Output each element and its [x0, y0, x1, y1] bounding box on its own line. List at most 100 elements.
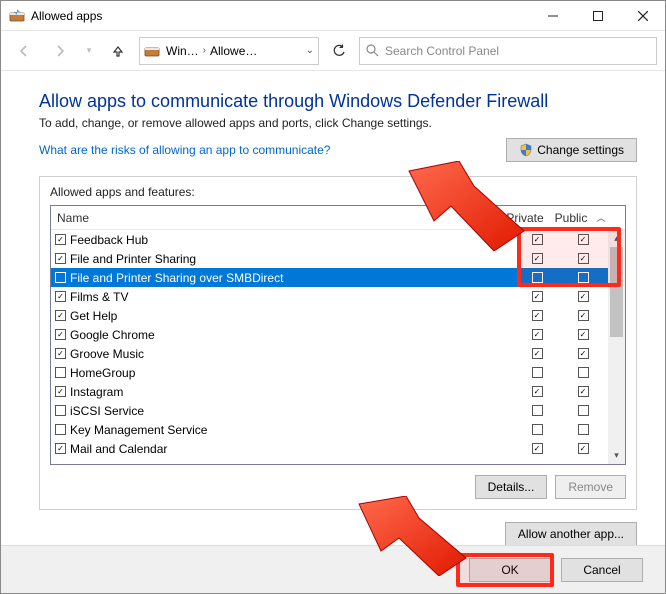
checkbox[interactable]: [578, 405, 589, 416]
app-name: Mail and Calendar: [70, 442, 516, 456]
back-button[interactable]: [9, 37, 39, 65]
list-header: Name Private Public ︿: [51, 206, 625, 230]
risks-link[interactable]: What are the risks of allowing an app to…: [39, 143, 506, 157]
col-header-name[interactable]: Name: [51, 211, 502, 225]
app-name: Google Chrome: [70, 328, 516, 342]
checkbox[interactable]: ✓: [55, 443, 66, 454]
checkbox[interactable]: ✓: [55, 310, 66, 321]
up-button[interactable]: [103, 37, 133, 65]
page-subtext: To add, change, or remove allowed apps a…: [39, 116, 637, 130]
checkbox[interactable]: ✓: [578, 348, 589, 359]
allow-another-app-button[interactable]: Allow another app...: [505, 522, 637, 546]
checkbox[interactable]: ✓: [532, 386, 543, 397]
refresh-button[interactable]: [325, 37, 353, 65]
chevron-down-icon[interactable]: ⌄: [306, 45, 314, 56]
page-heading: Allow apps to communicate through Window…: [39, 91, 637, 112]
checkbox[interactable]: [55, 367, 66, 378]
checkbox[interactable]: ✓: [55, 348, 66, 359]
checkbox[interactable]: [532, 272, 543, 283]
col-header-private[interactable]: Private: [502, 211, 548, 225]
checkbox[interactable]: [55, 405, 66, 416]
minimize-button[interactable]: [530, 1, 575, 30]
scroll-down-button[interactable]: ▾: [608, 447, 625, 464]
change-settings-button[interactable]: Change settings: [506, 138, 637, 162]
checkbox[interactable]: ✓: [532, 329, 543, 340]
cancel-button[interactable]: Cancel: [561, 558, 643, 582]
checkbox[interactable]: [55, 424, 66, 435]
checkbox[interactable]: ✓: [578, 234, 589, 245]
allowed-apps-panel: Allowed apps and features: Name Private …: [39, 176, 637, 510]
panel-label: Allowed apps and features:: [50, 185, 626, 199]
scrollbar[interactable]: ▴ ▾: [608, 230, 625, 464]
breadcrumb-icon: [144, 43, 160, 59]
breadcrumb-seg-0[interactable]: Win…: [164, 44, 201, 58]
table-row[interactable]: File and Printer Sharing over SMBDirect: [51, 268, 608, 287]
checkbox[interactable]: [578, 272, 589, 283]
checkbox[interactable]: ✓: [578, 291, 589, 302]
app-name: Feedback Hub: [70, 233, 516, 247]
table-row[interactable]: HomeGroup: [51, 363, 608, 382]
checkbox[interactable]: ✓: [578, 310, 589, 321]
checkbox[interactable]: ✓: [532, 348, 543, 359]
change-settings-label: Change settings: [537, 143, 624, 157]
app-name: Get Help: [70, 309, 516, 323]
checkbox[interactable]: ✓: [532, 310, 543, 321]
chevron-up-icon[interactable]: ︿: [594, 211, 608, 224]
checkbox[interactable]: [532, 367, 543, 378]
checkbox[interactable]: ✓: [532, 291, 543, 302]
checkbox[interactable]: ✓: [55, 329, 66, 340]
table-row[interactable]: ✓ Feedback Hub ✓ ✓: [51, 230, 608, 249]
checkbox[interactable]: ✓: [532, 253, 543, 264]
table-row[interactable]: ✓ Mail and Calendar ✓ ✓: [51, 439, 608, 458]
table-row[interactable]: ✓ Films & TV ✓ ✓: [51, 287, 608, 306]
table-row[interactable]: ✓File and Printer Sharing✓✓: [51, 249, 608, 268]
checkbox[interactable]: [578, 424, 589, 435]
checkbox[interactable]: ✓: [578, 329, 589, 340]
title-bar: Allowed apps: [1, 1, 665, 31]
window-title: Allowed apps: [31, 9, 530, 23]
close-button[interactable]: [620, 1, 665, 30]
scroll-thumb[interactable]: [610, 247, 623, 337]
ok-button[interactable]: OK: [469, 558, 551, 582]
checkbox[interactable]: ✓: [55, 291, 66, 302]
checkbox[interactable]: ✓: [578, 443, 589, 454]
search-box[interactable]: [359, 37, 657, 65]
scroll-up-button[interactable]: ▴: [608, 230, 625, 247]
table-row[interactable]: ✓ Google Chrome ✓ ✓: [51, 325, 608, 344]
breadcrumb[interactable]: Win… › Allowe… ⌄: [139, 37, 319, 65]
checkbox[interactable]: [578, 367, 589, 378]
maximize-button[interactable]: [575, 1, 620, 30]
table-row[interactable]: ✓Instagram✓✓: [51, 382, 608, 401]
details-button[interactable]: Details...: [475, 475, 548, 499]
window-icon: [9, 8, 25, 24]
checkbox[interactable]: ✓: [578, 386, 589, 397]
col-header-public[interactable]: Public: [548, 211, 594, 225]
checkbox[interactable]: ✓: [532, 443, 543, 454]
checkbox[interactable]: ✓: [532, 234, 543, 245]
app-name: Groove Music: [70, 347, 516, 361]
table-row[interactable]: Key Management Service: [51, 420, 608, 439]
footer-bar: OK Cancel: [1, 545, 665, 593]
chevron-right-icon: ›: [201, 45, 208, 56]
remove-button[interactable]: Remove: [555, 475, 626, 499]
search-input[interactable]: [383, 43, 650, 59]
recent-dropdown-icon[interactable]: ▾: [81, 37, 97, 65]
table-row[interactable]: ✓ Get Help ✓ ✓: [51, 306, 608, 325]
table-row[interactable]: ✓ Groove Music ✓ ✓: [51, 344, 608, 363]
checkbox[interactable]: ✓: [55, 386, 66, 397]
checkbox[interactable]: ✓: [55, 234, 66, 245]
breadcrumb-seg-1[interactable]: Allowe…: [208, 44, 259, 58]
checkbox[interactable]: [532, 405, 543, 416]
checkbox[interactable]: [55, 272, 66, 283]
app-name: File and Printer Sharing over SMBDirect: [70, 271, 516, 285]
scroll-track[interactable]: [608, 247, 625, 447]
checkbox[interactable]: ✓: [55, 253, 66, 264]
content-area: Allow apps to communicate through Window…: [1, 71, 665, 546]
checkbox[interactable]: ✓: [578, 253, 589, 264]
app-name: HomeGroup: [70, 366, 516, 380]
forward-button[interactable]: [45, 37, 75, 65]
app-name: Films & TV: [70, 290, 516, 304]
apps-listbox[interactable]: Name Private Public ︿ ✓ Feedback Hub ✓ ✓ ✓ Fi…: [50, 205, 626, 465]
table-row[interactable]: iSCSI Service: [51, 401, 608, 420]
checkbox[interactable]: [532, 424, 543, 435]
